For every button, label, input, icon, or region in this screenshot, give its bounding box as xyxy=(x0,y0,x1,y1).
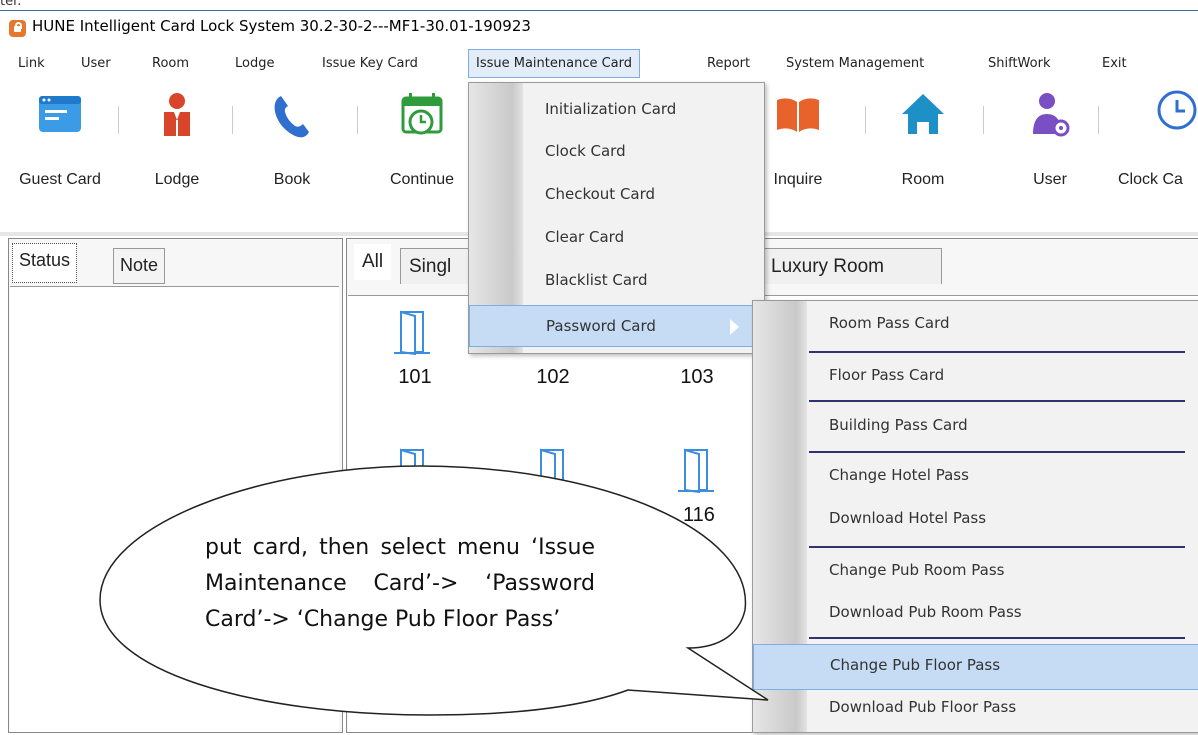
menu-system-management[interactable]: System Management xyxy=(786,56,924,71)
tab-all[interactable]: All xyxy=(354,244,392,280)
menu-item-change-pub-floor-pass[interactable]: Change Pub Floor Pass xyxy=(753,644,1198,690)
callout-text: put card, then select menu ‘Issue Mainte… xyxy=(205,535,595,632)
tab-status[interactable]: Status xyxy=(12,243,78,283)
toolbar-separator xyxy=(357,106,358,134)
menu-room[interactable]: Room xyxy=(152,56,189,71)
room-number: 101 xyxy=(398,366,432,388)
menu-item-download-pub-room-pass[interactable]: Download Pub Room Pass xyxy=(753,590,1198,640)
menu-link[interactable]: Link xyxy=(18,56,45,71)
room-tile[interactable] xyxy=(654,584,744,684)
continue-button[interactable]: Continue xyxy=(377,88,467,198)
continue-label: Continue xyxy=(389,171,455,188)
menu-shiftwork[interactable]: ShiftWork xyxy=(988,56,1050,71)
menu-issue-key-card[interactable]: Issue Key Card xyxy=(322,56,418,71)
submenu-arrow-icon xyxy=(730,319,739,335)
menu-lodge[interactable]: Lodge xyxy=(235,56,274,71)
menu-item-blacklist-card[interactable]: Blacklist Card xyxy=(469,260,764,302)
menu-item-password-card[interactable]: Password Card xyxy=(469,305,764,347)
book-label: Book xyxy=(273,171,311,188)
room-button[interactable]: Room xyxy=(878,88,968,198)
lodge-person-icon xyxy=(164,93,190,136)
menu-separator xyxy=(809,637,1185,639)
room-number: 103 xyxy=(680,366,714,388)
menu-item-room-pass-card[interactable]: Room Pass Card xyxy=(753,301,1198,351)
room-number: 116 xyxy=(683,504,715,526)
menu-separator xyxy=(809,400,1185,402)
toolbar-separator xyxy=(232,106,233,134)
door-icon xyxy=(678,448,714,494)
tab-note[interactable]: Note xyxy=(113,248,166,284)
menu-report[interactable]: Report xyxy=(707,56,750,71)
maintenance-dropdown: Initialization Card Clock Card Checkout … xyxy=(468,82,765,354)
clock-icon xyxy=(1157,90,1197,130)
calendar-clock-icon xyxy=(401,93,443,135)
room-tile[interactable]: 101 xyxy=(370,308,460,408)
menu-bar: Link User Room Lodge Issue Key Card Issu… xyxy=(0,46,1198,82)
toolbar-separator xyxy=(983,106,984,134)
toolbar-separator xyxy=(1098,106,1099,134)
book-icon xyxy=(777,98,819,132)
menu-item-building-pass-card[interactable]: Building Pass Card xyxy=(753,403,1198,453)
house-icon xyxy=(902,94,944,134)
room-number: 102 xyxy=(536,366,570,388)
toolbar-separator xyxy=(118,106,119,134)
menu-exit[interactable]: Exit xyxy=(1102,56,1127,71)
cropped-text-fragment: ter. xyxy=(0,0,22,9)
door-icon xyxy=(678,586,714,632)
door-icon xyxy=(394,310,430,356)
lodge-label: Lodge xyxy=(154,171,200,188)
book-button[interactable]: Book xyxy=(247,88,337,198)
phone-icon xyxy=(274,96,309,138)
status-content xyxy=(10,286,339,732)
user-gear-icon xyxy=(1033,93,1070,137)
clock-card-label: Clock Ca xyxy=(1118,171,1183,188)
room-tile[interactable]: 116 xyxy=(654,446,744,546)
window-title: HUNE Intelligent Card Lock System 30.2-3… xyxy=(32,17,531,35)
menu-item-download-pub-floor-pass[interactable]: Download Pub Floor Pass xyxy=(753,685,1198,735)
menu-item-initialization-card[interactable]: Initialization Card xyxy=(469,89,764,131)
room-label: Room xyxy=(901,171,945,188)
user-label: User xyxy=(1033,171,1067,188)
menu-item-floor-pass-card[interactable]: Floor Pass Card xyxy=(753,353,1198,403)
guest-card-label: Guest Card xyxy=(19,171,101,188)
password-card-submenu: Room Pass Card Floor Pass Card Building … xyxy=(752,300,1198,733)
menu-item-checkout-card[interactable]: Checkout Card xyxy=(469,174,764,216)
lock-icon xyxy=(9,20,26,37)
lodge-button[interactable]: Lodge xyxy=(132,88,222,198)
tab-luxury-room[interactable]: Luxury Room xyxy=(762,248,942,284)
inquire-label: Inquire xyxy=(773,171,823,188)
toolbar-separator xyxy=(865,106,866,134)
title-bar: HUNE Intelligent Card Lock System 30.2-3… xyxy=(0,10,1198,43)
menu-item-download-hotel-pass[interactable]: Download Hotel Pass xyxy=(753,496,1198,546)
menu-item-clock-card[interactable]: Clock Card xyxy=(469,131,764,173)
door-icon xyxy=(534,448,570,494)
door-icon xyxy=(394,448,430,494)
menu-issue-maintenance-card[interactable]: Issue Maintenance Card xyxy=(468,49,641,78)
menu-item-clear-card[interactable]: Clear Card xyxy=(469,217,764,259)
guest-card-icon xyxy=(39,96,81,132)
inquire-button[interactable]: Inquire xyxy=(753,88,843,198)
guest-card-button[interactable]: Guest Card xyxy=(15,88,105,198)
clock-card-button[interactable]: Clock Ca xyxy=(1118,88,1198,198)
menu-user[interactable]: User xyxy=(81,56,111,71)
user-button[interactable]: User xyxy=(1005,88,1095,198)
